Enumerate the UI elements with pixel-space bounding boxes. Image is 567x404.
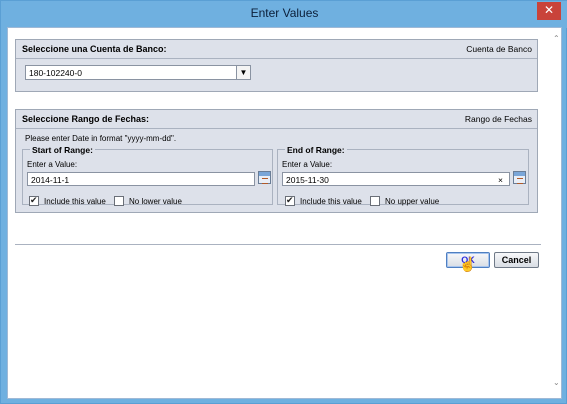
divider	[16, 58, 537, 59]
title-bar[interactable]: Enter Values ✕	[1, 1, 567, 28]
no-lower-value-checkbox[interactable]	[114, 196, 124, 206]
start-enter-label: Enter a Value:	[27, 160, 78, 169]
no-upper-value-label: No upper value	[385, 197, 440, 206]
no-lower-value-label: No lower value	[129, 197, 182, 206]
end-date-value: 2015-11-30	[286, 175, 329, 185]
bank-account-value: 180-102240-0	[29, 68, 82, 78]
chevron-down-icon[interactable]: ▼	[236, 66, 250, 79]
bank-panel-label: Cuenta de Banco	[466, 44, 532, 54]
end-enter-label: Enter a Value:	[282, 160, 333, 169]
hand-pointer-icon: ☝	[459, 256, 477, 272]
start-date-input[interactable]: 2014-11-1	[27, 172, 255, 186]
divider	[16, 128, 537, 129]
end-date-input[interactable]: 2015-11-30 ×	[282, 172, 510, 186]
end-range-legend: End of Range:	[285, 145, 347, 155]
close-button[interactable]: ✕	[537, 2, 561, 20]
bank-panel-header: Seleccione una Cuenta de Banco: Cuenta d…	[16, 40, 537, 58]
start-range-legend: Start of Range:	[30, 145, 95, 155]
date-panel-title: Seleccione Rango de Fechas:	[22, 114, 150, 124]
date-panel-header: Seleccione Rango de Fechas: Rango de Fec…	[16, 110, 537, 128]
bank-account-select[interactable]: 180-102240-0 ▼	[25, 65, 251, 80]
start-date-value: 2014-11-1	[31, 175, 70, 185]
start-range-group: Start of Range: Enter a Value: 2014-11-1…	[22, 145, 273, 206]
dialog-content: ⌃ ⌄ Seleccione una Cuenta de Banco: Cuen…	[7, 27, 562, 399]
end-include-label: Include this value	[300, 197, 362, 206]
date-panel-label: Rango de Fechas	[464, 114, 532, 124]
window-title: Enter Values	[250, 6, 319, 20]
scroll-down-icon[interactable]: ⌄	[553, 378, 560, 387]
date-format-hint: Please enter Date in format "yyyy-mm-dd"…	[25, 134, 177, 143]
date-range-panel: Seleccione Rango de Fechas: Rango de Fec…	[15, 109, 538, 213]
bank-account-panel: Seleccione una Cuenta de Banco: Cuenta d…	[15, 39, 538, 92]
start-include-checkbox[interactable]	[29, 195, 39, 206]
no-upper-value-checkbox[interactable]	[370, 196, 380, 206]
scroll-up-icon[interactable]: ⌃	[553, 34, 560, 43]
end-include-checkbox[interactable]	[285, 195, 295, 206]
calendar-icon[interactable]	[513, 171, 526, 184]
divider	[15, 244, 541, 245]
end-range-group: End of Range: Enter a Value: 2015-11-30 …	[277, 145, 529, 206]
cancel-button[interactable]: Cancel	[494, 252, 539, 268]
calendar-icon[interactable]	[258, 171, 271, 184]
clear-icon[interactable]: ×	[498, 175, 503, 186]
start-include-label: Include this value	[44, 197, 106, 206]
dialog-window: Enter Values ✕ ⌃ ⌄ Seleccione una Cuenta…	[0, 0, 567, 404]
bank-panel-title: Seleccione una Cuenta de Banco:	[22, 44, 167, 54]
